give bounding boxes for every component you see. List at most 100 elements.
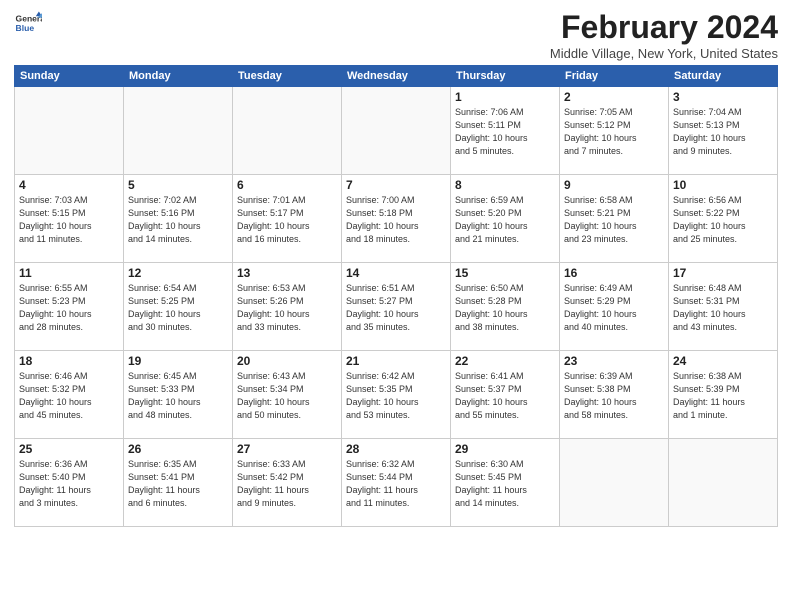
day-number: 21 [346,354,446,368]
header: General Blue February 2024 Middle Villag… [14,10,778,61]
day-info: Sunrise: 6:41 AM Sunset: 5:37 PM Dayligh… [455,370,555,422]
day-number: 13 [237,266,337,280]
page-container: General Blue February 2024 Middle Villag… [0,0,792,533]
day-number: 19 [128,354,228,368]
day-number: 8 [455,178,555,192]
calendar-cell: 24 Sunrise: 6:38 AM Sunset: 5:39 PM Dayli… [669,351,778,439]
day-number: 20 [237,354,337,368]
day-number: 15 [455,266,555,280]
calendar-cell: 17 Sunrise: 6:48 AM Sunset: 5:31 PM Dayli… [669,263,778,351]
calendar-week-2: 4 Sunrise: 7:03 AM Sunset: 5:15 PM Daylig… [15,175,778,263]
calendar-cell: 14Sunrise: 6:51 AM Sunset: 5:27 PM Dayli… [342,263,451,351]
day-info: Sunrise: 7:02 AM Sunset: 5:16 PM Dayligh… [128,194,228,246]
day-number: 23 [564,354,664,368]
calendar-cell [560,439,669,527]
day-info: Sunrise: 6:38 AM Sunset: 5:39 PM Dayligh… [673,370,773,422]
calendar-cell: 1 Sunrise: 7:06 AM Sunset: 5:11 PM Daylig… [451,87,560,175]
col-monday: Monday [124,66,233,87]
day-info: Sunrise: 7:00 AM Sunset: 5:18 PM Dayligh… [346,194,446,246]
day-number: 25 [19,442,119,456]
day-info: Sunrise: 6:53 AM Sunset: 5:26 PM Dayligh… [237,282,337,334]
calendar-cell: 15Sunrise: 6:50 AM Sunset: 5:28 PM Dayli… [451,263,560,351]
col-saturday: Saturday [669,66,778,87]
day-number: 22 [455,354,555,368]
calendar-cell: 21 Sunrise: 6:42 AM Sunset: 5:35 PM Dayli… [342,351,451,439]
day-number: 4 [19,178,119,192]
day-number: 7 [346,178,446,192]
svg-text:Blue: Blue [16,23,35,33]
calendar-cell: 26 Sunrise: 6:35 AM Sunset: 5:41 PM Dayli… [124,439,233,527]
day-number: 12 [128,266,228,280]
calendar-cell: 11 Sunrise: 6:55 AM Sunset: 5:23 PM Dayli… [15,263,124,351]
day-number: 16 [564,266,664,280]
logo-icon: General Blue [14,10,42,38]
day-info: Sunrise: 6:59 AM Sunset: 5:20 PM Dayligh… [455,194,555,246]
day-number: 29 [455,442,555,456]
day-number: 27 [237,442,337,456]
calendar-cell: 16 Sunrise: 6:49 AM Sunset: 5:29 PM Dayli… [560,263,669,351]
calendar-cell: 19 Sunrise: 6:45 AM Sunset: 5:33 PM Dayli… [124,351,233,439]
col-tuesday: Tuesday [233,66,342,87]
calendar-cell: 10 Sunrise: 6:56 AM Sunset: 5:22 PM Dayli… [669,175,778,263]
calendar-cell: 18 Sunrise: 6:46 AM Sunset: 5:32 PM Dayli… [15,351,124,439]
calendar-cell: 12 Sunrise: 6:54 AM Sunset: 5:25 PM Dayli… [124,263,233,351]
day-number: 28 [346,442,446,456]
title-block: February 2024 Middle Village, New York, … [550,10,778,61]
calendar-week-5: 25 Sunrise: 6:36 AM Sunset: 5:40 PM Dayli… [15,439,778,527]
day-number: 24 [673,354,773,368]
calendar-cell: 8 Sunrise: 6:59 AM Sunset: 5:20 PM Daylig… [451,175,560,263]
calendar-cell: 27Sunrise: 6:33 AM Sunset: 5:42 PM Dayli… [233,439,342,527]
day-info: Sunrise: 6:39 AM Sunset: 5:38 PM Dayligh… [564,370,664,422]
day-number: 11 [19,266,119,280]
col-sunday: Sunday [15,66,124,87]
calendar-week-1: 1 Sunrise: 7:06 AM Sunset: 5:11 PM Daylig… [15,87,778,175]
day-info: Sunrise: 6:45 AM Sunset: 5:33 PM Dayligh… [128,370,228,422]
day-info: Sunrise: 6:43 AM Sunset: 5:34 PM Dayligh… [237,370,337,422]
calendar-cell: 2 Sunrise: 7:05 AM Sunset: 5:12 PM Daylig… [560,87,669,175]
day-info: Sunrise: 6:55 AM Sunset: 5:23 PM Dayligh… [19,282,119,334]
day-info: Sunrise: 7:05 AM Sunset: 5:12 PM Dayligh… [564,106,664,158]
day-number: 17 [673,266,773,280]
day-number: 3 [673,90,773,104]
day-info: Sunrise: 6:49 AM Sunset: 5:29 PM Dayligh… [564,282,664,334]
calendar-cell: 13 Sunrise: 6:53 AM Sunset: 5:26 PM Dayli… [233,263,342,351]
day-info: Sunrise: 6:58 AM Sunset: 5:21 PM Dayligh… [564,194,664,246]
calendar-cell: 28 Sunrise: 6:32 AM Sunset: 5:44 PM Dayli… [342,439,451,527]
month-title: February 2024 [550,10,778,45]
calendar-cell: 20 Sunrise: 6:43 AM Sunset: 5:34 PM Dayli… [233,351,342,439]
day-number: 2 [564,90,664,104]
day-info: Sunrise: 6:54 AM Sunset: 5:25 PM Dayligh… [128,282,228,334]
day-number: 6 [237,178,337,192]
col-thursday: Thursday [451,66,560,87]
day-info: Sunrise: 6:48 AM Sunset: 5:31 PM Dayligh… [673,282,773,334]
day-info: Sunrise: 6:56 AM Sunset: 5:22 PM Dayligh… [673,194,773,246]
day-info: Sunrise: 7:06 AM Sunset: 5:11 PM Dayligh… [455,106,555,158]
calendar-week-3: 11 Sunrise: 6:55 AM Sunset: 5:23 PM Dayli… [15,263,778,351]
location: Middle Village, New York, United States [550,46,778,61]
day-info: Sunrise: 6:35 AM Sunset: 5:41 PM Dayligh… [128,458,228,510]
col-wednesday: Wednesday [342,66,451,87]
calendar-cell: 9Sunrise: 6:58 AM Sunset: 5:21 PM Daylig… [560,175,669,263]
day-info: Sunrise: 6:42 AM Sunset: 5:35 PM Dayligh… [346,370,446,422]
logo: General Blue [14,10,42,38]
calendar-cell: 3Sunrise: 7:04 AM Sunset: 5:13 PM Daylig… [669,87,778,175]
day-info: Sunrise: 6:51 AM Sunset: 5:27 PM Dayligh… [346,282,446,334]
day-number: 26 [128,442,228,456]
calendar-header-row: Sunday Monday Tuesday Wednesday Thursday… [15,66,778,87]
calendar-cell [669,439,778,527]
calendar-cell [233,87,342,175]
day-info: Sunrise: 7:01 AM Sunset: 5:17 PM Dayligh… [237,194,337,246]
day-info: Sunrise: 6:46 AM Sunset: 5:32 PM Dayligh… [19,370,119,422]
day-info: Sunrise: 7:03 AM Sunset: 5:15 PM Dayligh… [19,194,119,246]
calendar-cell [342,87,451,175]
day-number: 18 [19,354,119,368]
calendar-cell: 4 Sunrise: 7:03 AM Sunset: 5:15 PM Daylig… [15,175,124,263]
calendar-cell: 23 Sunrise: 6:39 AM Sunset: 5:38 PM Dayli… [560,351,669,439]
day-info: Sunrise: 6:30 AM Sunset: 5:45 PM Dayligh… [455,458,555,510]
day-number: 1 [455,90,555,104]
calendar-cell: 6 Sunrise: 7:01 AM Sunset: 5:17 PM Daylig… [233,175,342,263]
day-info: Sunrise: 6:32 AM Sunset: 5:44 PM Dayligh… [346,458,446,510]
day-info: Sunrise: 6:36 AM Sunset: 5:40 PM Dayligh… [19,458,119,510]
day-number: 10 [673,178,773,192]
col-friday: Friday [560,66,669,87]
